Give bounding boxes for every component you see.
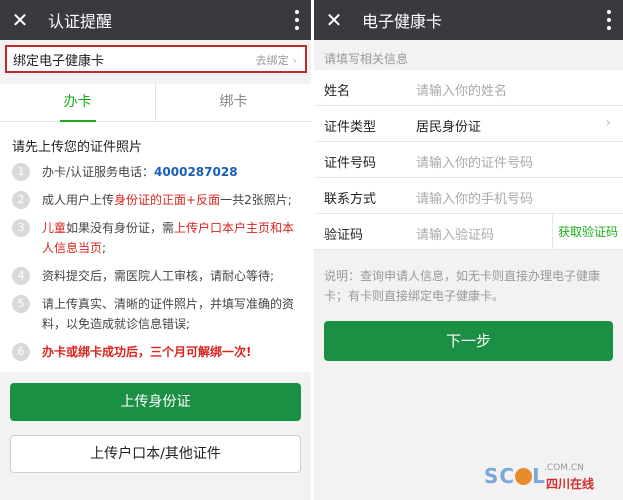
name-row: 姓名 请输入你的姓名 bbox=[314, 70, 623, 106]
id-type-label: 证件类型 bbox=[324, 120, 377, 135]
step-item: 4 资料提交后，需医院人工审核，请耐心等待; bbox=[12, 266, 304, 286]
next-step-button[interactable]: 下一步 bbox=[324, 321, 613, 361]
bind-card-label: 绑定电子健康卡 bbox=[13, 53, 105, 69]
health-card-screen: ✕ 电子健康卡 请填写相关信息 姓名 请输入你的姓名 证件类型 居民身份证 › … bbox=[314, 0, 623, 500]
scol-watermark-logo: SC L .COM.CN 四川在线 bbox=[484, 460, 614, 494]
chevron-right-icon: › bbox=[292, 54, 297, 67]
upload-instructions: 请先上传您的证件照片 1 办卡/认证服务电话：4000287028 2 成人用户… bbox=[0, 122, 311, 372]
verify-code-label: 验证码 bbox=[324, 228, 364, 243]
verify-code-row: 验证码 请输入验证码 获取验证码 bbox=[314, 214, 623, 250]
phone-input[interactable]: 请输入你的手机号码 bbox=[416, 188, 533, 207]
chevron-right-icon: › bbox=[605, 115, 611, 131]
more-icon[interactable] bbox=[295, 10, 299, 30]
id-number-row: 证件号码 请输入你的证件号码 bbox=[314, 142, 623, 178]
info-form: 姓名 请输入你的姓名 证件类型 居民身份证 › 证件号码 请输入你的证件号码 联… bbox=[314, 70, 623, 250]
name-input[interactable]: 请输入你的姓名 bbox=[416, 80, 507, 99]
id-number-label: 证件号码 bbox=[324, 156, 377, 171]
step-number: 4 bbox=[12, 267, 30, 285]
step-number: 6 bbox=[12, 343, 30, 361]
step-number: 5 bbox=[12, 295, 30, 313]
id-type-select[interactable]: 居民身份证 bbox=[416, 116, 481, 135]
step-number: 2 bbox=[12, 191, 30, 209]
step-item: 5 请上传真实、清晰的证件照片，并填写准确的资料，以免造成就诊信息错误; bbox=[12, 294, 304, 334]
card-tabs: 办卡 绑卡 bbox=[0, 84, 311, 122]
phone-label: 联系方式 bbox=[324, 192, 377, 207]
step-item: 6 办卡或绑卡成功后，三个月可解绑一次! bbox=[12, 342, 304, 362]
upload-id-button[interactable]: 上传身份证 bbox=[10, 383, 301, 421]
more-icon[interactable] bbox=[607, 10, 611, 30]
right-topbar: ✕ 电子健康卡 bbox=[314, 0, 623, 40]
name-label: 姓名 bbox=[324, 84, 351, 99]
left-topbar: ✕ 认证提醒 bbox=[0, 0, 311, 40]
right-page-title: 电子健康卡 bbox=[362, 12, 443, 31]
auth-reminder-screen: ✕ 认证提醒 绑定电子健康卡 去绑定 › 办卡 绑卡 请先上传您的证件照片 1 办… bbox=[0, 0, 311, 500]
verify-code-input[interactable]: 请输入验证码 bbox=[416, 224, 494, 243]
id-number-input[interactable]: 请输入你的证件号码 bbox=[416, 152, 533, 171]
step-item: 2 成人用户上传身份证的正面+反面一共2张照片; bbox=[12, 190, 304, 210]
step-item: 3 儿童如果没有身份证，需上传户口本户主页和本人信息当页; bbox=[12, 218, 304, 258]
form-hint: 请填写相关信息 bbox=[324, 52, 409, 66]
form-note: 说明：查询申请人信息，如无卡则直接办理电子健康卡；有卡则直接绑定电子健康卡。 bbox=[324, 269, 601, 303]
watermark-domain: .COM.CN bbox=[544, 463, 584, 473]
bind-card-bar[interactable]: 绑定电子健康卡 去绑定 › bbox=[5, 45, 307, 73]
tab-bind-card[interactable]: 绑卡 bbox=[155, 84, 311, 121]
get-code-button[interactable]: 获取验证码 bbox=[552, 214, 623, 250]
phone-row: 联系方式 请输入你的手机号码 bbox=[314, 178, 623, 214]
step-number: 3 bbox=[12, 219, 30, 237]
upload-other-docs-button[interactable]: 上传户口本/其他证件 bbox=[10, 435, 301, 473]
id-type-row[interactable]: 证件类型 居民身份证 › bbox=[314, 106, 623, 142]
tab-apply-card[interactable]: 办卡 bbox=[0, 84, 155, 122]
step-number: 1 bbox=[12, 163, 30, 181]
watermark-site-name: 四川在线 bbox=[546, 477, 595, 491]
instructions-heading: 请先上传您的证件照片 bbox=[12, 140, 143, 155]
close-icon[interactable]: ✕ bbox=[314, 0, 354, 40]
scol-logo: SC L bbox=[484, 464, 546, 488]
close-icon[interactable]: ✕ bbox=[0, 0, 40, 40]
go-bind-link[interactable]: 去绑定 › bbox=[256, 52, 297, 68]
step-item: 1 办卡/认证服务电话：4000287028 bbox=[12, 162, 304, 182]
service-phone[interactable]: 4000287028 bbox=[154, 165, 238, 179]
left-page-title: 认证提醒 bbox=[48, 12, 113, 31]
